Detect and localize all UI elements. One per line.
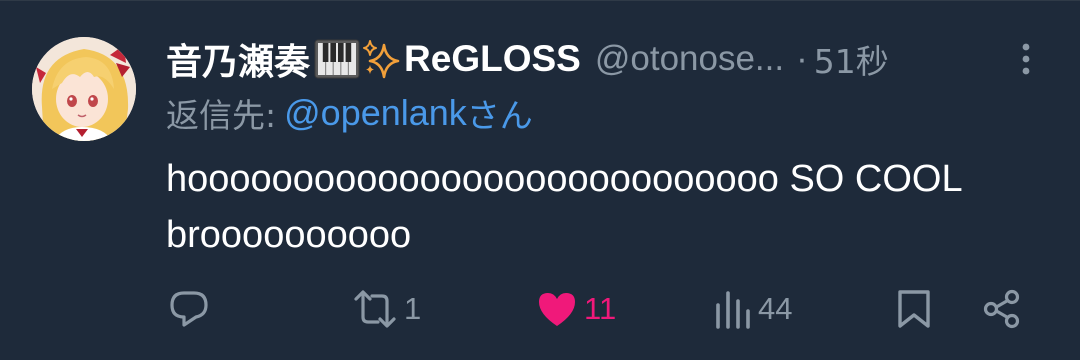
tweet-text: hoooooooooooooooooooooooooooo SO COOL br… [166,158,962,256]
views-icon [716,291,750,329]
bookmark-button[interactable] [896,287,938,331]
separator-dot: · [796,39,808,78]
more-vertical-icon[interactable] [1012,41,1040,77]
reply-honorific[interactable]: さん [467,89,533,137]
reply-icon [170,291,208,327]
user-handle[interactable]: @otonose... [595,39,784,79]
reply-context: 返信先: @openlank さん [166,89,533,137]
share-icon [983,289,1020,329]
like-button[interactable]: 11 [536,287,616,331]
display-name-suffix[interactable]: ReGLOSS [404,38,581,80]
views-count: 44 [758,291,793,326]
retweet-count: 1 [404,291,422,326]
sparkles-icon [362,39,400,79]
reply-button[interactable] [168,287,216,331]
retweet-icon [354,290,396,328]
avatar-image [32,37,136,141]
retweet-button[interactable]: 1 [352,287,421,331]
tweet-card[interactable]: 音乃瀬奏 ReGLOSS @otonose... · 51秒 返信先: @ope… [0,0,1080,360]
piano-icon [314,37,360,81]
tweet-header: 音乃瀬奏 ReGLOSS @otonose... · 51秒 [166,31,1006,87]
like-count: 11 [584,291,617,326]
reply-label: 返信先: [166,96,277,135]
bookmark-icon [898,290,930,328]
display-name[interactable]: 音乃瀬奏 [166,33,310,85]
share-button[interactable] [982,287,1028,331]
timestamp[interactable]: 51秒 [814,35,889,83]
views-button[interactable]: 44 [714,287,792,331]
reply-target-link[interactable]: @openlank [284,92,467,134]
action-bar: 1 11 44 [0,287,1080,331]
heart-icon [539,293,575,326]
avatar[interactable] [32,37,136,141]
